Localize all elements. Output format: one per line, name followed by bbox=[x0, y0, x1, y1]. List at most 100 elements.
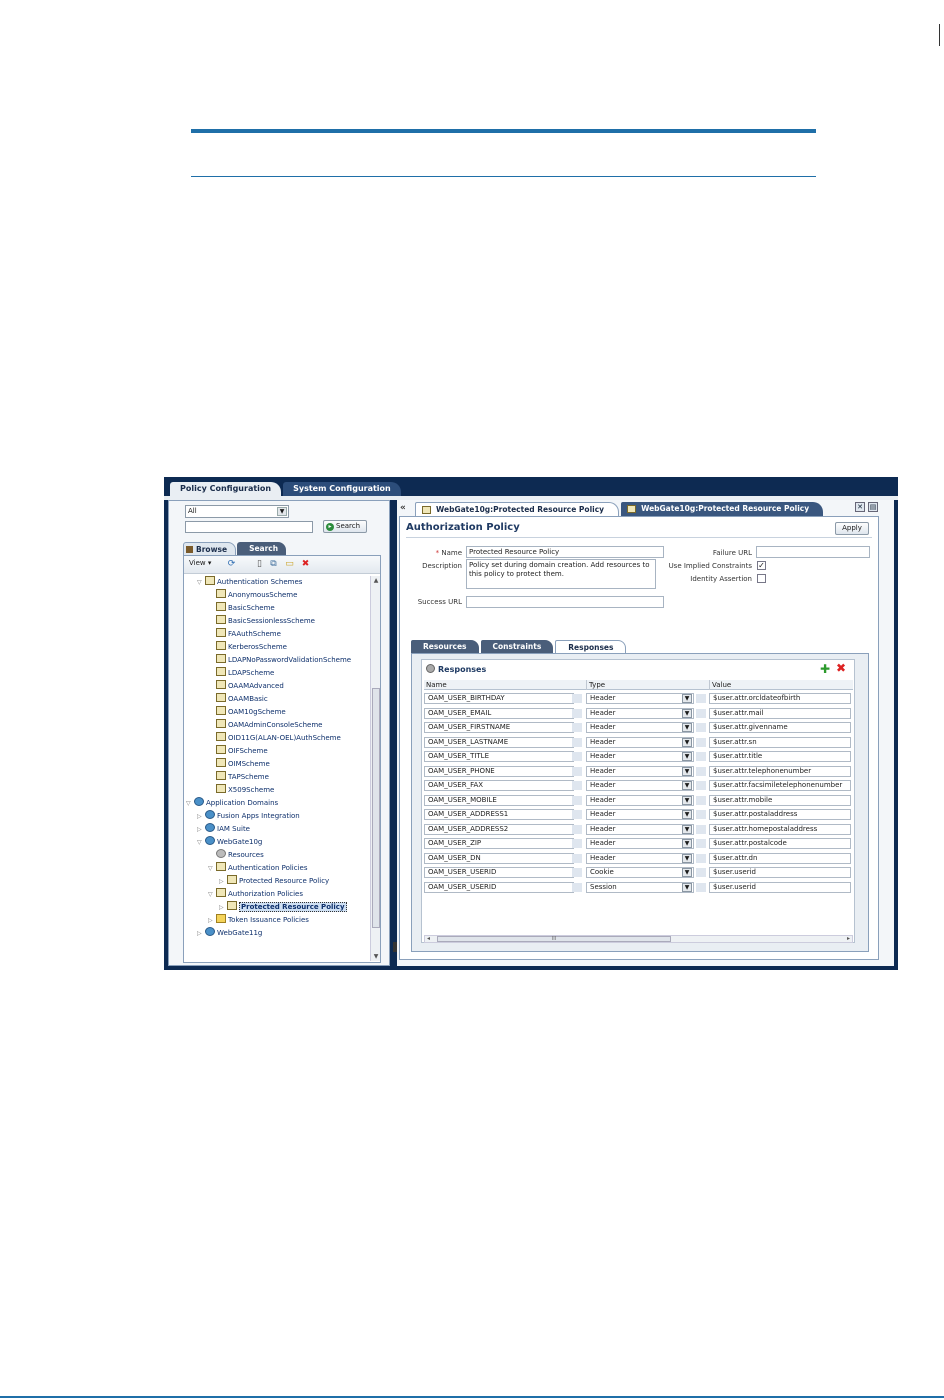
tree-item[interactable]: ▽ Authorization Policies bbox=[208, 888, 303, 900]
row-selector[interactable] bbox=[572, 752, 582, 761]
response-name-field[interactable]: OAM_USER_PHONE bbox=[424, 765, 574, 777]
tab-resources[interactable]: Resources bbox=[411, 640, 479, 653]
expand-toggle-icon[interactable]: ▽ bbox=[186, 798, 194, 810]
scroll-down-icon[interactable]: ▼ bbox=[371, 952, 381, 961]
response-value-field[interactable]: $user.attr.mail bbox=[709, 707, 851, 719]
response-name-field[interactable]: OAM_USER_DN bbox=[424, 852, 574, 864]
row-selector[interactable] bbox=[696, 694, 706, 703]
tree-item[interactable]: ▽ Application Domains bbox=[186, 797, 278, 809]
response-name-field[interactable]: OAM_USER_USERID bbox=[424, 867, 574, 878]
response-value-field[interactable]: $user.attr.mobile bbox=[709, 794, 851, 806]
response-name-field[interactable]: OAM_USER_ADDRESS2 bbox=[424, 823, 574, 835]
row-selector[interactable] bbox=[696, 737, 706, 747]
response-type-select[interactable]: Header bbox=[586, 780, 694, 791]
row-selector[interactable] bbox=[696, 781, 706, 790]
expand-toggle-icon[interactable]: ▷ bbox=[197, 811, 205, 823]
row-selector[interactable] bbox=[696, 752, 706, 761]
response-type-select[interactable]: Header bbox=[586, 838, 694, 849]
response-value-field[interactable]: $user.attr.orcldateofbirth bbox=[709, 693, 851, 704]
add-icon[interactable]: ✚ bbox=[820, 663, 830, 675]
tree-item[interactable]: ▷ Token Issuance Policies bbox=[208, 914, 309, 926]
view-menu[interactable]: View ▾ bbox=[189, 559, 211, 567]
tree-item[interactable]: ▷ Protected Resource Policy bbox=[219, 875, 329, 887]
tab-browse[interactable]: Browse bbox=[183, 542, 237, 555]
row-selector[interactable] bbox=[572, 795, 582, 805]
search-button[interactable]: ▸ Search bbox=[323, 520, 367, 533]
chevron-down-icon[interactable]: ▼ bbox=[682, 766, 692, 776]
response-name-field[interactable]: OAM_USER_MOBILE bbox=[424, 794, 574, 806]
tree-item[interactable]: OAAMAdvanced bbox=[208, 680, 284, 692]
response-name-field[interactable]: OAM_USER_FIRSTNAME bbox=[424, 722, 574, 733]
response-type-select[interactable]: Header bbox=[586, 736, 694, 748]
row-selector[interactable] bbox=[572, 737, 582, 747]
row-selector[interactable] bbox=[696, 824, 706, 834]
name-field[interactable]: Protected Resource Policy bbox=[466, 546, 664, 558]
row-selector[interactable] bbox=[572, 708, 582, 718]
row-selector[interactable] bbox=[572, 694, 582, 703]
tab-policy-other[interactable]: WebGate10g:Protected Resource Policy bbox=[621, 502, 824, 516]
tree-item[interactable]: TAPScheme bbox=[208, 771, 269, 783]
tree-item[interactable]: ▷ IAM Suite bbox=[197, 823, 250, 835]
response-type-select[interactable]: Session bbox=[586, 881, 694, 893]
response-type-select[interactable]: Header bbox=[586, 794, 694, 806]
scroll-right-icon[interactable]: ▸ bbox=[847, 935, 850, 942]
tree-item[interactable]: OAM10gScheme bbox=[208, 706, 286, 718]
row-selector[interactable] bbox=[572, 853, 582, 863]
expand-toggle-icon[interactable]: ▷ bbox=[208, 915, 216, 927]
tree-item[interactable]: X509Scheme bbox=[208, 784, 274, 796]
response-name-field[interactable]: OAM_USER_EMAIL bbox=[424, 707, 574, 719]
response-name-field[interactable]: OAM_USER_FAX bbox=[424, 780, 574, 791]
chevron-down-icon[interactable]: ▼ bbox=[277, 507, 287, 516]
chevron-down-icon[interactable]: ▼ bbox=[682, 737, 692, 747]
tree-item[interactable]: BasicSessionlessScheme bbox=[208, 615, 315, 627]
expand-toggle-icon[interactable]: ▷ bbox=[197, 928, 205, 940]
close-tab-icon[interactable]: ✕ bbox=[855, 502, 865, 512]
expand-toggle-icon[interactable]: ▷ bbox=[219, 902, 227, 914]
row-selector[interactable] bbox=[572, 839, 582, 848]
response-value-field[interactable]: $user.attr.postalcode bbox=[709, 838, 851, 849]
row-selector[interactable] bbox=[696, 810, 706, 819]
expand-toggle-icon[interactable]: ▽ bbox=[197, 837, 205, 849]
chevron-down-icon[interactable]: ▼ bbox=[682, 795, 692, 805]
tree-item[interactable]: ▷ Protected Resource Policy bbox=[219, 901, 347, 913]
collapse-icon[interactable]: « bbox=[400, 503, 406, 513]
row-selector[interactable] bbox=[696, 868, 706, 877]
row-selector[interactable] bbox=[572, 810, 582, 819]
row-selector[interactable] bbox=[696, 795, 706, 805]
chevron-down-icon[interactable]: ▼ bbox=[682, 708, 692, 718]
success-url-field[interactable] bbox=[466, 596, 664, 608]
tab-search[interactable]: Search bbox=[237, 542, 287, 555]
search-input[interactable] bbox=[185, 521, 313, 533]
identity-assertion-checkbox[interactable] bbox=[757, 574, 766, 583]
expand-toggle-icon[interactable]: ▽ bbox=[208, 863, 216, 875]
response-name-field[interactable]: OAM_USER_ADDRESS1 bbox=[424, 809, 574, 820]
delete-icon[interactable]: ✖ bbox=[836, 662, 846, 674]
tree-item[interactable]: Resources bbox=[208, 849, 264, 861]
response-type-select[interactable]: Header bbox=[586, 852, 694, 864]
tree-item[interactable]: BasicScheme bbox=[208, 602, 275, 614]
response-value-field[interactable]: $user.attr.sn bbox=[709, 736, 851, 748]
tree-item[interactable]: ▷ Fusion Apps Integration bbox=[197, 810, 300, 822]
response-name-field[interactable]: OAM_USER_LASTNAME bbox=[424, 736, 574, 748]
failure-url-field[interactable] bbox=[756, 546, 870, 558]
column-value[interactable]: Value bbox=[709, 680, 731, 690]
response-value-field[interactable]: $user.attr.facsimiletelephonenumber bbox=[709, 780, 851, 791]
row-selector[interactable] bbox=[696, 708, 706, 718]
expand-toggle-icon[interactable]: ▷ bbox=[197, 824, 205, 836]
open-icon[interactable]: ▭ bbox=[284, 559, 295, 570]
response-type-select[interactable]: Header bbox=[586, 751, 694, 762]
row-selector[interactable] bbox=[696, 882, 706, 892]
response-type-select[interactable]: Header bbox=[586, 722, 694, 733]
tree-item[interactable]: ▽ Authentication Policies bbox=[208, 862, 308, 874]
tree-item[interactable]: OIFScheme bbox=[208, 745, 268, 757]
tree-scrollbar[interactable]: ▲ ▼ bbox=[370, 576, 380, 961]
scroll-thumb[interactable]: III bbox=[437, 936, 671, 942]
tree-item[interactable]: OIMScheme bbox=[208, 758, 270, 770]
expand-toggle-icon[interactable]: ▷ bbox=[219, 876, 227, 888]
response-value-field[interactable]: $user.userid bbox=[709, 881, 851, 893]
response-name-field[interactable]: OAM_USER_ZIP bbox=[424, 838, 574, 849]
row-selector[interactable] bbox=[572, 781, 582, 790]
implied-constraints-checkbox[interactable]: ✓ bbox=[757, 561, 766, 570]
chevron-down-icon[interactable]: ▼ bbox=[682, 723, 692, 732]
chevron-down-icon[interactable]: ▼ bbox=[682, 868, 692, 877]
